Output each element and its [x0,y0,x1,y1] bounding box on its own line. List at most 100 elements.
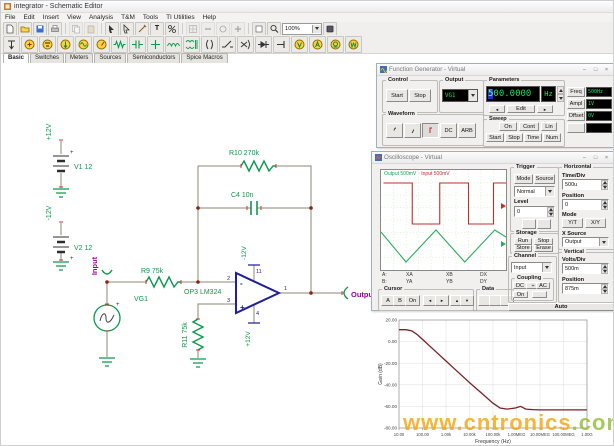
square-wave-button[interactable] [422,123,439,138]
tab-spice-macros[interactable]: Spice Macros [181,53,227,63]
schematic-canvas[interactable]: - + + + + +12V -12V V1 12 V2 12 Input VG… [1,63,401,446]
storage-erase-button[interactable]: Erase [534,245,553,252]
level-spinbox[interactable]: 0 [514,206,555,217]
coupling-ac-button[interactable]: AC [536,282,550,289]
auto-button[interactable]: Auto [508,303,614,311]
diode-icon[interactable] [255,36,272,53]
resistor-r9[interactable] [146,277,181,287]
battery-v1[interactable] [53,156,69,171]
cursor-on-button[interactable]: On [405,295,420,306]
rising-edge-icon[interactable] [522,219,536,229]
sine-wave-button[interactable] [386,123,403,138]
wire-tool-icon[interactable] [3,36,20,53]
paste-icon[interactable] [84,22,98,36]
close-icon[interactable]: × [602,66,611,74]
new-file-icon[interactable] [3,22,17,36]
battery-v2[interactable] [53,237,69,252]
generator-icon[interactable] [75,36,92,53]
ohmmeter-icon[interactable] [327,36,344,53]
mode-xy-button[interactable]: X/Y [585,218,606,228]
tab-switches[interactable]: Switches [30,53,64,63]
meter-icon[interactable] [93,36,110,53]
h-position-spinbox[interactable]: 0 [562,199,609,210]
ampl-readout-button[interactable]: Ampl [567,99,585,109]
output-terminal[interactable] [344,287,348,299]
node-icon[interactable] [147,36,164,53]
cursor-right-icon[interactable]: ► [435,295,449,306]
fg-start-button[interactable]: Start [386,89,408,102]
grid-icon[interactable] [186,22,200,36]
xsource-combo[interactable]: Output [562,237,609,247]
magnifier-icon[interactable] [267,22,281,36]
sweep-lin-button[interactable]: Lin [541,122,557,131]
sweep-start-button[interactable]: Start [486,133,504,142]
storage-stop-button[interactable]: Stop [534,238,553,245]
channel-combo[interactable]: Input [511,262,552,273]
menu-help[interactable]: Help [199,14,220,21]
relay-icon[interactable] [237,36,254,53]
ic-chip-icon[interactable] [323,22,337,36]
select-alt-icon[interactable] [120,22,134,36]
coupled-inductor-icon[interactable] [201,36,218,53]
menu-edit[interactable]: Edit [19,14,38,21]
maximize-icon[interactable]: □ [591,154,600,162]
oscilloscope-titlebar[interactable]: Oscilloscope - Virtual – □ × [372,152,614,164]
scale-tool-icon[interactable] [165,22,179,36]
menu-tools[interactable]: Tools [139,14,162,21]
slope-icon[interactable] [532,291,547,298]
zoom-in-icon[interactable] [231,22,245,36]
sweep-num-button[interactable]: Num [543,133,561,142]
voltmeter-icon[interactable] [291,36,308,53]
current-source-icon[interactable] [57,36,74,53]
menu-ti-utilities[interactable]: TI Utilities [162,14,199,21]
inductor-icon[interactable] [165,36,182,53]
triangle-wave-button[interactable] [404,123,421,138]
menu-analysis[interactable]: Analysis [85,14,117,21]
offset-readout-button[interactable]: Offset [567,111,585,121]
channel-on-button[interactable]: On [513,291,528,298]
capacitor-c4[interactable] [251,201,257,215]
tab-sources[interactable]: Sources [94,53,126,63]
copy-icon[interactable] [69,22,83,36]
menu-t-m[interactable]: T&M [117,14,139,21]
circle-tool-icon[interactable] [216,22,230,36]
storage-run-button[interactable]: Run [514,238,532,245]
tab-basic[interactable]: Basic [3,53,29,63]
pen-icon[interactable] [135,22,149,36]
freq-readout-button[interactable]: Freq [567,87,585,97]
falling-edge-icon[interactable] [537,219,551,229]
sweep-cont-button[interactable]: Cont [519,122,539,131]
probe-icon[interactable] [273,36,290,53]
mode-yt-button[interactable]: Y/T [562,218,583,228]
checkbox-icon[interactable] [252,22,266,36]
tab-meters[interactable]: Meters [65,53,93,63]
minimize-icon[interactable]: – [580,154,589,162]
fg-prev-digit-button[interactable]: ◄ [489,105,505,113]
xsource-dropdown-icon[interactable] [599,238,608,246]
voltsdiv-spinbox[interactable]: 500m [562,263,609,274]
sweep-time-button[interactable]: Time [524,133,542,142]
v-position-spinbox[interactable]: 875m [562,283,609,294]
print-icon[interactable] [48,22,62,36]
channel-dropdown-icon[interactable] [542,263,551,272]
storage-store-button[interactable]: Store [514,245,532,252]
cursor-down-icon[interactable]: ▼ [460,295,474,306]
zoom-out-icon[interactable] [201,22,215,36]
fg-output-combo[interactable]: VG1 [442,89,478,102]
trigger-mode-dropdown-icon[interactable] [545,187,554,196]
sweep-on-button[interactable]: On [499,122,517,131]
save-icon[interactable] [33,22,47,36]
sweep-stop-button[interactable]: Stop [505,133,523,142]
tab-semiconductors[interactable]: Semiconductors [127,53,180,63]
resistor-icon[interactable] [111,36,128,53]
app-titlebar[interactable]: integrator - Schematic Editor [1,1,613,13]
text-tool-icon[interactable]: T [150,22,164,36]
zoom-level-combo[interactable]: 100% [282,23,322,35]
switch-icon[interactable] [219,36,236,53]
zoom-dropdown-icon[interactable] [312,25,321,33]
trigger-mode-combo[interactable]: Normal [514,186,555,197]
arb-wave-button[interactable]: ARB [458,123,476,138]
menu-file[interactable]: File [1,14,19,21]
fg-stop-button[interactable]: Stop [409,89,431,102]
transformer-icon[interactable] [183,36,200,53]
